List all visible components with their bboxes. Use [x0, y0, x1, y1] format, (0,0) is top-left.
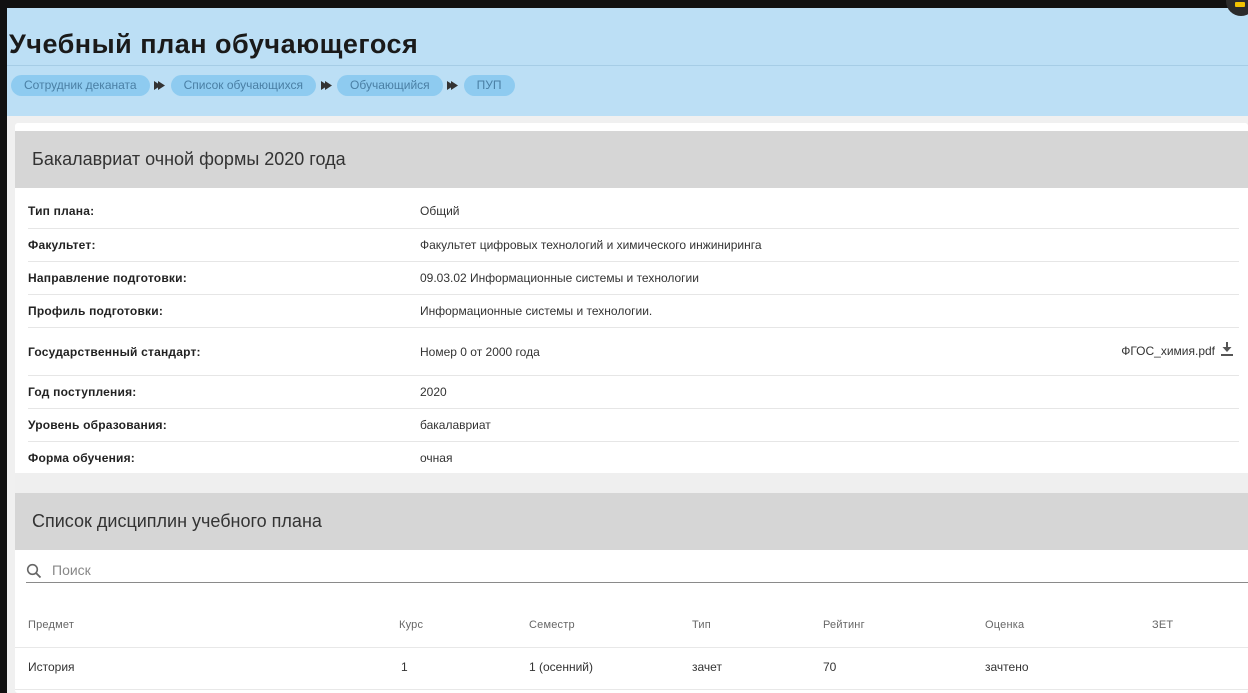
table-row-divider: [15, 689, 1248, 690]
disciplines-heading: Список дисциплин учебного плана: [15, 493, 1248, 550]
info-row: Направление подготовки: 09.03.02 Информа…: [28, 262, 1239, 295]
column-header-course[interactable]: Курс: [399, 619, 423, 631]
column-header-credits[interactable]: ЗЕТ: [1152, 619, 1173, 631]
info-label: Тип плана:: [28, 204, 95, 218]
info-row: Тип плана: Общий: [28, 196, 1239, 229]
info-label: Год поступления:: [28, 385, 137, 399]
column-header-rating[interactable]: Рейтинг: [823, 619, 865, 631]
file-name[interactable]: ФГОС_химия.pdf: [1121, 344, 1215, 358]
breadcrumb: Сотрудник деканата Список обучающихся Об…: [11, 75, 515, 96]
standard-file-link[interactable]: ФГОС_химия.pdf: [1121, 342, 1233, 359]
column-header-grade[interactable]: Оценка: [985, 619, 1024, 631]
download-icon[interactable]: [1221, 342, 1233, 359]
info-label: Форма обучения:: [28, 451, 135, 465]
info-row: Государственный стандарт: Номер 0 от 200…: [28, 328, 1239, 376]
info-value: Номер 0 от 2000 года: [420, 345, 540, 359]
column-header-semester[interactable]: Семестр: [529, 619, 575, 631]
breadcrumb-item-dean-staff[interactable]: Сотрудник деканата: [11, 75, 150, 96]
info-value: 09.03.02 Информационные системы и технол…: [420, 271, 699, 285]
info-label: Уровень образования:: [28, 418, 167, 432]
table-cell-rating: 70: [823, 660, 837, 674]
info-value: Общий: [420, 204, 460, 218]
table-cell-course: 1: [401, 660, 408, 674]
chevron-right-icon: [320, 75, 333, 96]
info-value: Информационные системы и технологии.: [420, 304, 653, 318]
section-gap: [15, 473, 1248, 493]
table-cell-semester: 1 (осенний): [529, 660, 594, 674]
info-row: Профиль подготовки: Информационные систе…: [28, 295, 1239, 328]
info-row: Форма обучения: очная: [28, 442, 1239, 475]
chevron-right-icon: [154, 75, 167, 96]
window-frame-left: [0, 0, 7, 693]
plan-heading: Бакалавриат очной формы 2020 года: [15, 131, 1248, 188]
info-value: Факультет цифровых технологий и химическ…: [420, 238, 762, 252]
table-cell-grade: зачтено: [985, 660, 1029, 674]
search-icon: [26, 563, 42, 579]
search-input[interactable]: [52, 560, 1232, 580]
plan-info-list: Тип плана: Общий Факультет: Факультет ци…: [15, 196, 1248, 475]
info-label: Направление подготовки:: [28, 271, 187, 285]
breadcrumb-item-student[interactable]: Обучающийся: [337, 75, 443, 96]
info-row: Уровень образования: бакалавриат: [28, 409, 1239, 442]
info-value: 2020: [420, 385, 447, 399]
info-label: Государственный стандарт:: [28, 345, 201, 359]
column-header-type[interactable]: Тип: [692, 619, 711, 631]
info-label: Профиль подготовки:: [28, 304, 164, 318]
header-divider: [7, 65, 1248, 66]
info-value: очная: [420, 451, 453, 465]
search-bar: [26, 560, 1248, 583]
page-header: Учебный план обучающегося Сотрудник дека…: [7, 8, 1248, 116]
info-label: Факультет:: [28, 238, 96, 252]
breadcrumb-item-students-list[interactable]: Список обучающихся: [170, 75, 316, 96]
info-row: Факультет: Факультет цифровых технологий…: [28, 229, 1239, 262]
column-header-subject[interactable]: Предмет: [28, 619, 74, 631]
info-value: бакалавриат: [420, 418, 491, 432]
table-cell-type: зачет: [692, 660, 722, 674]
table-row-divider: [15, 647, 1248, 648]
window-frame-top: [0, 0, 1248, 8]
chevron-right-icon: [447, 75, 460, 96]
plan-panel: Бакалавриат очной формы 2020 года Тип пл…: [15, 123, 1248, 693]
breadcrumb-item-pup[interactable]: ПУП: [463, 75, 515, 96]
page-title: Учебный план обучающегося: [9, 29, 419, 59]
table-cell-subject: История: [28, 660, 75, 674]
info-row: Год поступления: 2020: [28, 376, 1239, 409]
